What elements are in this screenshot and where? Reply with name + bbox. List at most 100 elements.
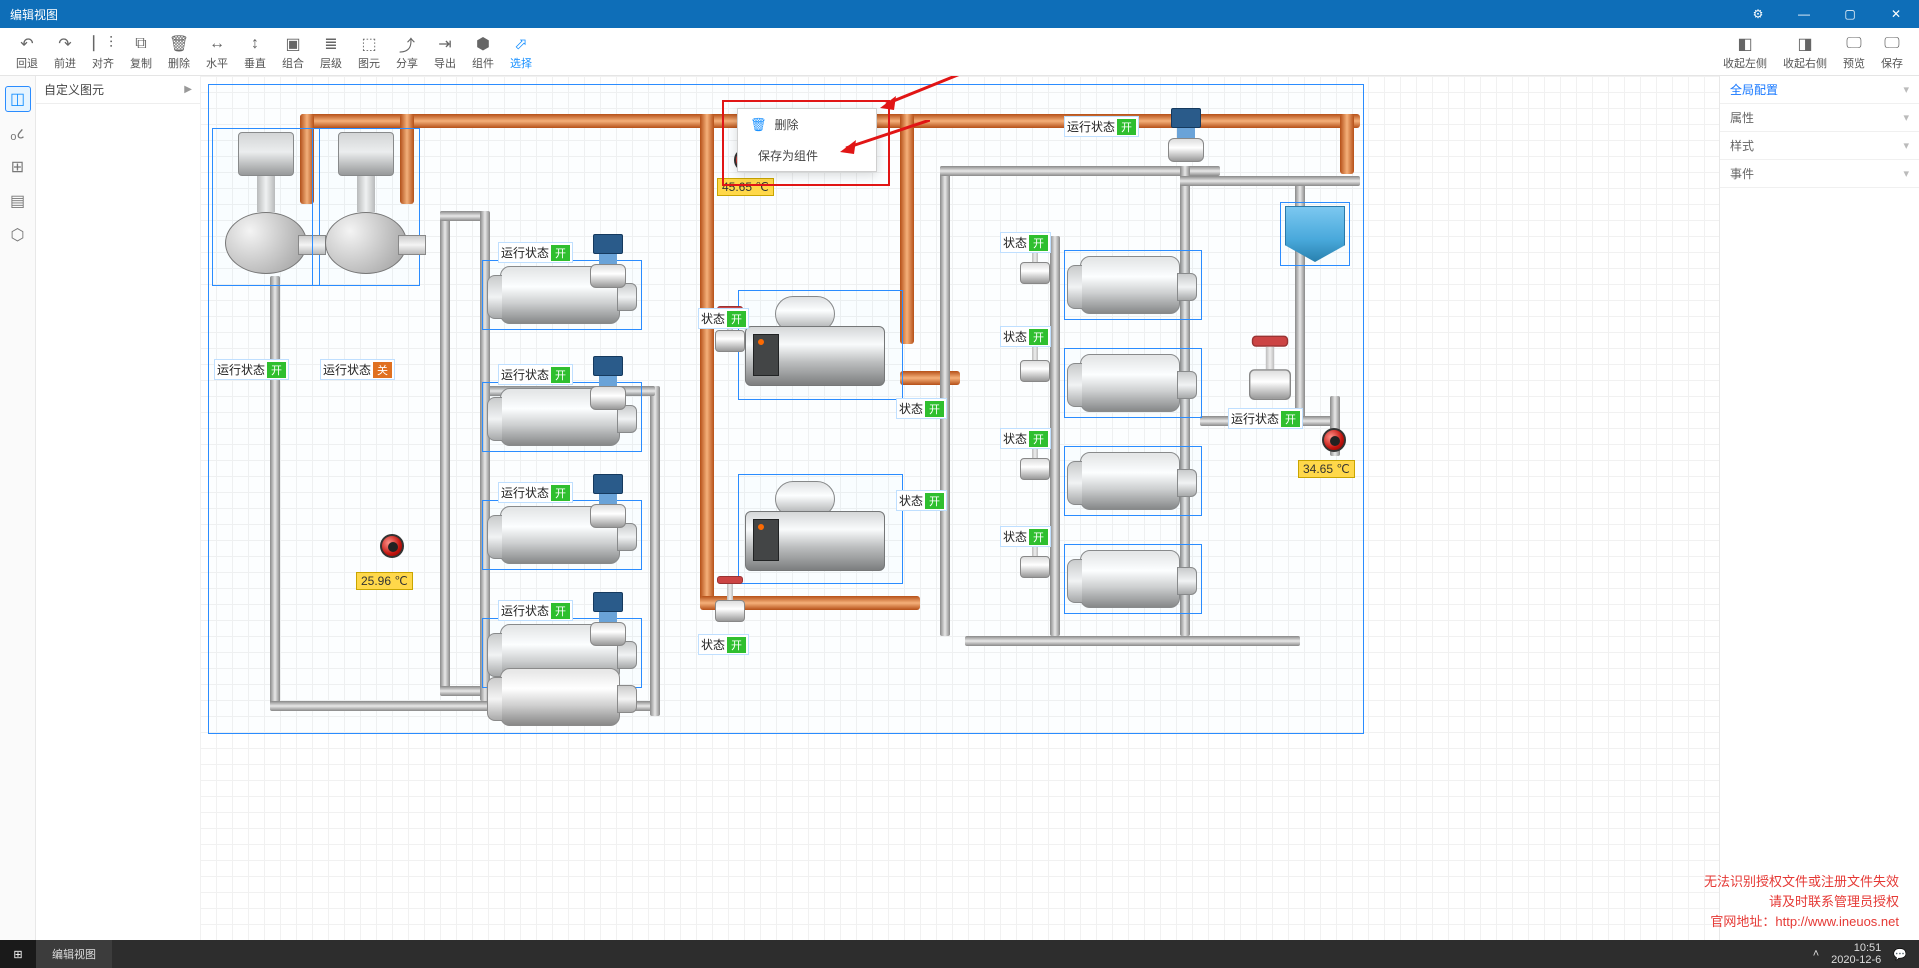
authorization-warning: 无法识别授权文件或注册文件失效 请及时联系管理员授权 官网地址：http://w…: [1704, 872, 1899, 932]
flowmeter[interactable]: [590, 474, 626, 530]
pump-2[interactable]: [316, 132, 416, 282]
status-label: 运行状态开: [498, 242, 573, 263]
flowmeter[interactable]: [1168, 108, 1204, 164]
status-label: 运行状态开: [498, 482, 573, 503]
rp-style[interactable]: 样式▾: [1720, 132, 1919, 160]
collapse-left-button[interactable]: ◧收起左侧: [1715, 31, 1775, 73]
flowmeter[interactable]: [590, 592, 626, 648]
taskbar-clock[interactable]: 10:51 2020-12-6: [1831, 942, 1881, 966]
left-tool-rail: ◫ ✧ ₒ८ ⊞ ▤ ⬡: [0, 76, 36, 940]
ctx-save-as-component[interactable]: 保存为组件: [738, 140, 876, 171]
collapse-right-button[interactable]: ◨收起右侧: [1775, 31, 1835, 73]
pipe[interactable]: [700, 114, 714, 604]
status-label: 运行状态开: [1228, 408, 1303, 429]
window-maximize-icon[interactable]: ▢: [1827, 0, 1873, 28]
chevron-right-icon: ▶: [184, 84, 192, 95]
undo-icon: ↶: [20, 33, 33, 55]
pipe-grey[interactable]: [1050, 236, 1060, 636]
pipe-grey[interactable]: [1180, 176, 1360, 186]
sensor-gauge[interactable]: [1322, 428, 1346, 452]
rail-cube-icon[interactable]: ⬡: [5, 222, 31, 248]
window-title: 编辑视图: [10, 6, 58, 23]
rp-attr[interactable]: 属性▾: [1720, 104, 1919, 132]
halign-button[interactable]: ↔水平: [198, 31, 236, 73]
pipe-grey[interactable]: [650, 386, 660, 716]
status-label: 状态开: [1000, 428, 1051, 449]
tank[interactable]: [1285, 206, 1345, 262]
pipe-grey[interactable]: [440, 211, 450, 691]
status-label: 运行状态开: [498, 600, 573, 621]
sensor-gauge[interactable]: [380, 534, 404, 558]
pipe-grey[interactable]: [1180, 636, 1300, 646]
pipe-grey[interactable]: [440, 211, 485, 221]
left-panel-header[interactable]: 自定义图元 ▶: [36, 76, 200, 104]
window-close-icon[interactable]: ✕: [1873, 0, 1919, 28]
delete-button[interactable]: 🗑删除: [160, 31, 198, 73]
valve[interactable]: [715, 576, 745, 628]
compressor-c1[interactable]: [745, 296, 885, 396]
flowmeter[interactable]: [590, 356, 626, 412]
notification-icon[interactable]: 💬: [1893, 948, 1907, 961]
copy-button[interactable]: ⧉复制: [122, 31, 160, 73]
align-icon: ⎸⫶: [93, 33, 113, 55]
temperature-readout: 25.96 ℃: [356, 572, 413, 590]
select-button[interactable]: ⬀选择: [502, 31, 540, 73]
chevron-down-icon: ▾: [1903, 111, 1909, 124]
equipment-r4[interactable]: [1080, 550, 1180, 608]
pipe-grey[interactable]: [1180, 166, 1190, 636]
pipe-grey[interactable]: [270, 276, 280, 706]
taskbar-app[interactable]: 编辑视图: [36, 940, 112, 968]
rail-puzzle-icon[interactable]: ⊞: [5, 154, 31, 180]
save-button[interactable]: 🖵保存: [1873, 31, 1911, 73]
equipment-r3[interactable]: [1080, 452, 1180, 510]
left-panel-title: 自定义图元: [44, 81, 104, 98]
chevron-down-icon: ▾: [1903, 139, 1909, 152]
rail-chart-icon[interactable]: ₒ८: [5, 120, 31, 146]
preview-button[interactable]: 🖵预览: [1835, 31, 1873, 73]
group-button[interactable]: ▣组合: [274, 31, 312, 73]
layer-button[interactable]: ≣层级: [312, 31, 350, 73]
equipment-l5[interactable]: [500, 668, 620, 726]
ctx-delete[interactable]: 🗑删除: [738, 109, 876, 140]
copy-icon: ⧉: [135, 33, 146, 55]
equipment-r2[interactable]: [1080, 354, 1180, 412]
status-label: 状态开: [698, 308, 749, 329]
valve-large[interactable]: [1249, 336, 1291, 409]
equipment-r1[interactable]: [1080, 256, 1180, 314]
redo-button[interactable]: ↷前进: [46, 31, 84, 73]
align-button[interactable]: ⎸⫶对齐: [84, 31, 122, 73]
undo-button[interactable]: ↶回退: [8, 31, 46, 73]
design-canvas[interactable]: 运行状态开 运行状态关 运行状态开 运行状态开 运行状态开 运行状态开 状态开 …: [200, 76, 1719, 940]
save-icon: 🖵: [1884, 33, 1899, 55]
pipe[interactable]: [1340, 114, 1354, 174]
pipe-grey[interactable]: [440, 686, 485, 696]
flowmeter[interactable]: [590, 234, 626, 290]
component-button[interactable]: ⬢组件: [464, 31, 502, 73]
tray-up-icon[interactable]: ˄: [1813, 948, 1819, 960]
pump-1[interactable]: [216, 132, 316, 282]
window-settings-icon[interactable]: ⚙: [1735, 0, 1781, 28]
status-label: 状态开: [698, 634, 749, 655]
temperature-readout: 45.65 ℃: [717, 178, 774, 196]
cursor-icon: ⬀: [514, 33, 527, 55]
export-icon: ⇥: [438, 33, 451, 55]
start-button[interactable]: ⊞: [0, 940, 36, 968]
pipe[interactable]: [900, 371, 960, 385]
rail-wand-icon[interactable]: ✧: [5, 86, 31, 112]
share-button[interactable]: ⤴分享: [388, 31, 426, 73]
valign-button[interactable]: ↕垂直: [236, 31, 274, 73]
pipe[interactable]: [900, 114, 914, 344]
share-icon: ⤴: [399, 33, 415, 55]
auth-url-link[interactable]: http://www.ineuos.net: [1775, 914, 1899, 929]
compressor-c2[interactable]: [745, 481, 885, 581]
export-button[interactable]: ⇥导出: [426, 31, 464, 73]
status-label: 运行状态开: [498, 364, 573, 385]
rp-event[interactable]: 事件▾: [1720, 160, 1919, 188]
window-minimize-icon[interactable]: —: [1781, 0, 1827, 28]
pipe-grey[interactable]: [965, 636, 1185, 646]
system-tray: ˄ 10:51 2020-12-6 💬: [1801, 942, 1919, 966]
pipe-grey[interactable]: [940, 166, 1220, 176]
rail-form-icon[interactable]: ▤: [5, 188, 31, 214]
primitive-button[interactable]: ⬚图元: [350, 31, 388, 73]
rp-global[interactable]: 全局配置▾: [1720, 76, 1919, 104]
